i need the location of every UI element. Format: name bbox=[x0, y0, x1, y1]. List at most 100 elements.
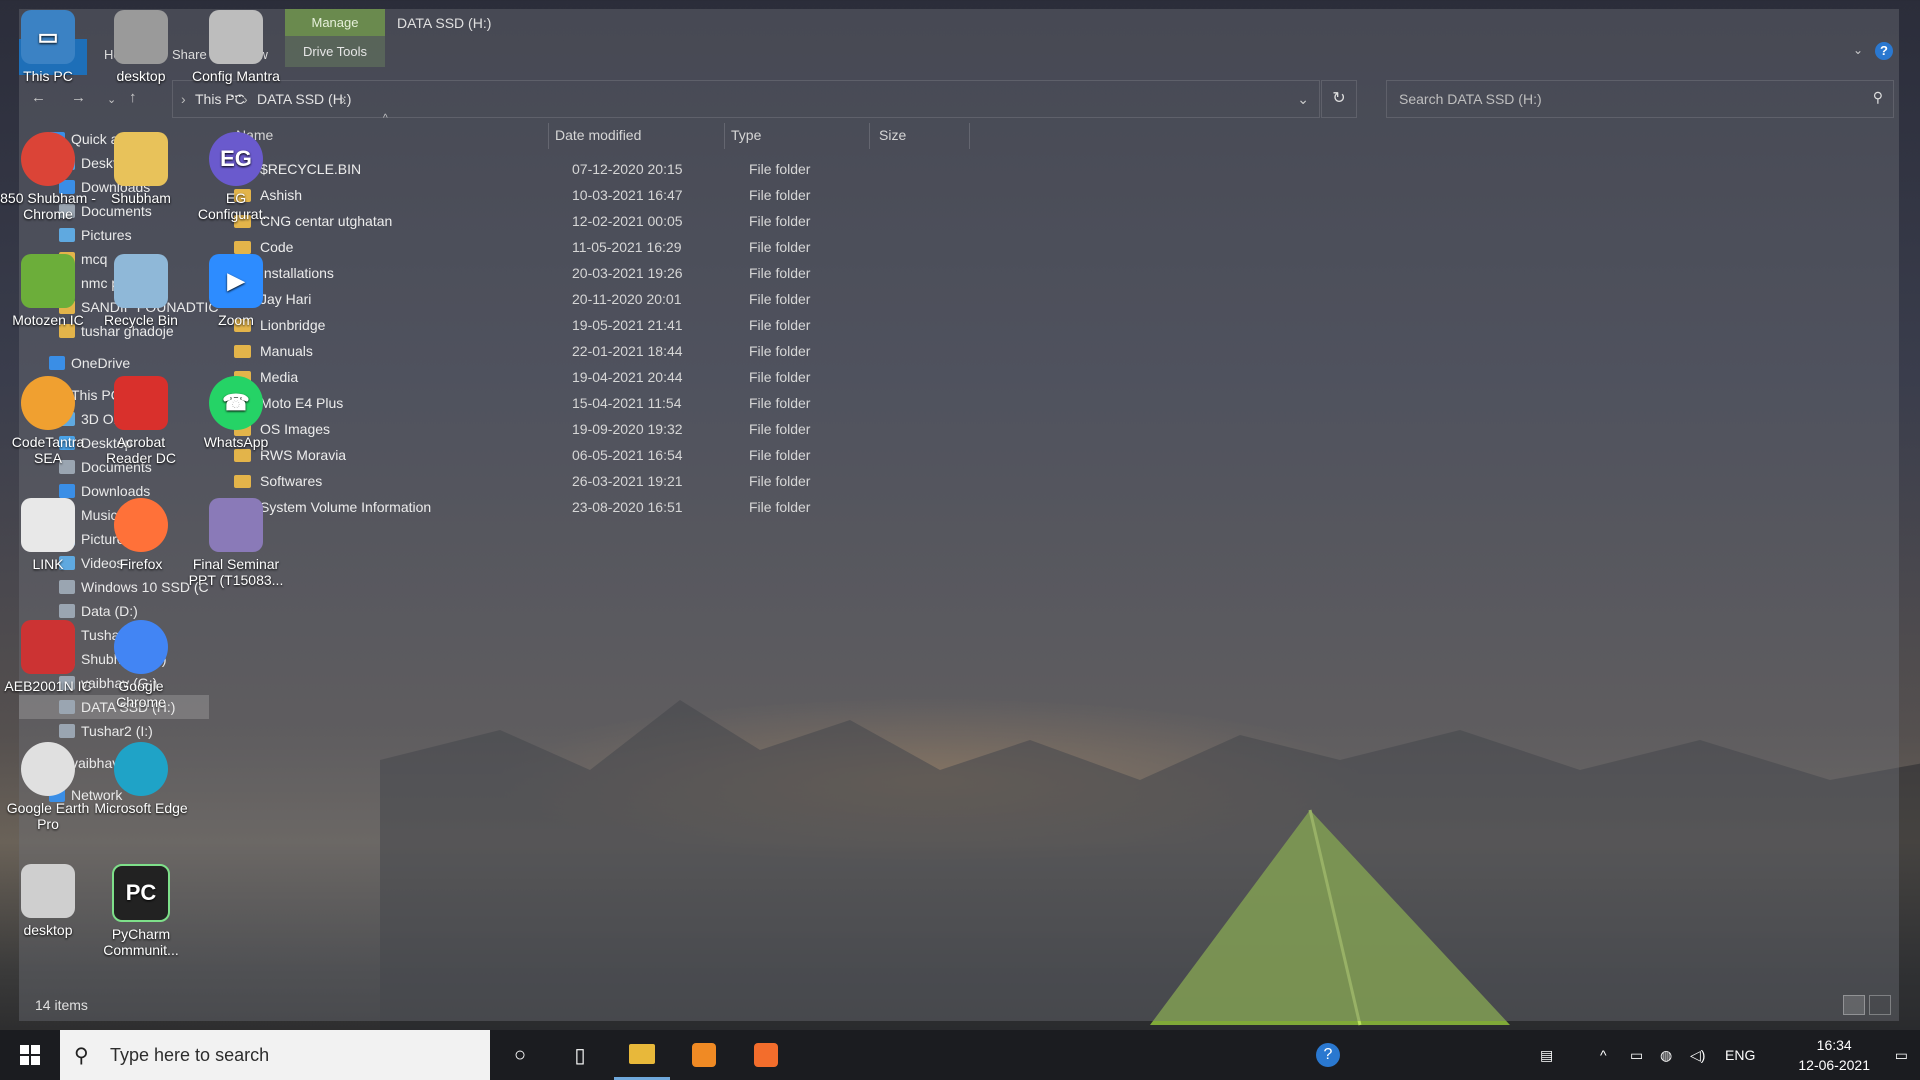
ribbon-expand-icon[interactable]: ⌄ bbox=[1853, 43, 1863, 57]
eg-icon: EG bbox=[209, 132, 263, 186]
desktop-icon-desktop-file[interactable]: desktop bbox=[0, 864, 96, 938]
nav-item-drive-c[interactable]: Windows 10 SSD (C bbox=[59, 575, 209, 599]
table-row[interactable]: Installations 20-03-2021 19:26 File folder bbox=[234, 261, 834, 287]
desktop-icon-zoom[interactable]: ▶ Zoom bbox=[188, 254, 284, 328]
table-row[interactable]: Code 11-05-2021 16:29 File folder bbox=[234, 235, 834, 261]
search-icon: ⚲ bbox=[1872, 89, 1883, 105]
desktop-icon-link[interactable]: LINK bbox=[0, 498, 96, 572]
search-icon: ⚲ bbox=[74, 1045, 89, 1067]
column-divider[interactable] bbox=[548, 123, 549, 149]
desktop-icon-desktop-shortcut[interactable]: desktop bbox=[93, 10, 189, 84]
desktop-icon-motozen[interactable]: Motozen IC bbox=[0, 254, 96, 328]
computer-icon: ▭ bbox=[21, 10, 75, 64]
task-view-icon[interactable]: ▯ bbox=[552, 1030, 608, 1080]
nav-item-pictures[interactable]: Pictures bbox=[59, 223, 132, 247]
app-icon bbox=[21, 620, 75, 674]
status-item-count: 14 items bbox=[35, 997, 88, 1013]
table-row[interactable]: Lionbridge 19-05-2021 21:41 File folder bbox=[234, 313, 834, 339]
forward-arrow-icon[interactable]: → bbox=[71, 89, 86, 106]
drive-icon bbox=[59, 700, 75, 714]
table-row[interactable]: Media 19-04-2021 20:44 File folder bbox=[234, 365, 834, 391]
system-clock[interactable]: 16:34 12-06-2021 bbox=[1798, 1035, 1870, 1075]
table-row[interactable]: OS Images 19-09-2020 19:32 File folder bbox=[234, 417, 834, 443]
file-explorer-taskbar-icon[interactable] bbox=[614, 1030, 670, 1080]
news-icon[interactable]: ▤ bbox=[1540, 1030, 1553, 1080]
file-explorer-window: File Home Share View Manage Drive Tools … bbox=[19, 9, 1899, 1021]
desktop-icon-aeb2001n[interactable]: AEB2001N IC bbox=[0, 620, 96, 694]
language-indicator[interactable]: ENG bbox=[1725, 1030, 1755, 1080]
table-row[interactable]: CNG centar utghatan 12-02-2021 00:05 File … bbox=[234, 209, 834, 235]
desktop-icon-google-chrome[interactable]: Google Chrome bbox=[93, 620, 189, 710]
start-button[interactable] bbox=[0, 1030, 60, 1080]
notification-icon[interactable]: ▭ bbox=[1895, 1030, 1908, 1080]
desktop-icon-config-mantra[interactable]: Config Mantra ... bbox=[188, 10, 284, 100]
show-hidden-icons-icon[interactable]: ^ bbox=[1600, 1030, 1607, 1080]
recent-locations-chevron-icon[interactable]: ⌄ bbox=[107, 93, 116, 106]
table-row[interactable]: Ashish 10-03-2021 16:47 File folder bbox=[234, 183, 834, 209]
nav-item-drive-i[interactable]: Tushar2 (I:) bbox=[59, 719, 153, 743]
desktop-icon-pycharm[interactable]: PC PyCharm Communit... bbox=[93, 864, 189, 958]
desktop-icon-final-seminar-ppt[interactable]: Final Seminar PPT (T15083... bbox=[188, 498, 284, 588]
desktop-icon-whatsapp[interactable]: ☎ WhatsApp bbox=[188, 376, 284, 450]
desktop-icon-chrome-profile[interactable]: 850 Shubham - Chrome bbox=[0, 132, 96, 222]
chrome-icon bbox=[21, 132, 75, 186]
back-arrow-icon[interactable]: ← bbox=[31, 89, 46, 106]
drive-icon bbox=[59, 580, 75, 594]
table-row[interactable]: Softwares 26-03-2021 19:21 File folder bbox=[234, 469, 834, 495]
address-dropdown-icon[interactable]: ⌄ bbox=[1297, 91, 1309, 108]
tab-manage[interactable]: Manage bbox=[285, 9, 385, 36]
zoom-icon: ▶ bbox=[209, 254, 263, 308]
refresh-icon[interactable]: ↻ bbox=[1321, 80, 1357, 118]
column-header-type[interactable]: Type bbox=[731, 127, 761, 143]
table-row[interactable]: Moto E4 Plus 15-04-2021 11:54 File folder bbox=[234, 391, 834, 417]
network-globe-icon[interactable]: ◍ bbox=[1660, 1030, 1672, 1080]
desktop-icon-edge[interactable]: Microsoft Edge bbox=[93, 742, 189, 816]
desktop-icon-firefox[interactable]: Firefox bbox=[93, 498, 189, 572]
search-input[interactable]: Search DATA SSD (H:) bbox=[1399, 91, 1542, 107]
help-tray-icon[interactable]: ? bbox=[1300, 1030, 1356, 1080]
cortana-icon[interactable]: ○ bbox=[492, 1030, 548, 1080]
column-header-date-modified[interactable]: Date modified bbox=[555, 127, 641, 143]
desktop-icon-google-earth[interactable]: Google Earth Pro bbox=[0, 742, 96, 832]
table-row[interactable]: Jay Hari 20-11-2020 20:01 File folder bbox=[234, 287, 834, 313]
table-row[interactable]: System Volume Information 23-08-2020 16:5… bbox=[234, 495, 834, 521]
column-divider[interactable] bbox=[724, 123, 725, 149]
desktop-icon-eg-configurator[interactable]: EG EG Configurat... bbox=[188, 132, 284, 222]
column-divider[interactable] bbox=[869, 123, 870, 149]
file-icon bbox=[21, 498, 75, 552]
tab-drive-tools[interactable]: Drive Tools bbox=[285, 36, 385, 67]
taskbar-search[interactable]: ⚲ Type here to search bbox=[60, 1030, 490, 1080]
taskbar: ⚲ Type here to search ○ ▯ ? ▤ ^ ▭ ◍ ◁) E… bbox=[0, 1030, 1920, 1080]
column-header-size[interactable]: Size bbox=[879, 127, 906, 143]
ribbon: File Home Share View Manage Drive Tools … bbox=[19, 9, 1899, 75]
desktop-icon-acrobat[interactable]: Acrobat Reader DC bbox=[93, 376, 189, 466]
up-arrow-icon[interactable]: ↑ bbox=[129, 89, 137, 106]
table-row[interactable]: Manuals 22-01-2021 18:44 File folder bbox=[234, 339, 834, 365]
help-icon[interactable]: ? bbox=[1875, 42, 1893, 60]
file-icon bbox=[21, 864, 75, 918]
pycharm-icon: PC bbox=[112, 864, 170, 922]
large-icons-view-icon[interactable] bbox=[1869, 995, 1891, 1015]
xampp-icon[interactable] bbox=[738, 1030, 794, 1080]
desktop-icon-codetantra[interactable]: CodeTantra SEA bbox=[0, 376, 96, 466]
battery-icon[interactable]: ▭ bbox=[1630, 1030, 1643, 1080]
desktop-icon-this-pc[interactable]: ▭ This PC bbox=[0, 10, 96, 84]
desktop-icon-shubham[interactable]: Shubham bbox=[93, 132, 189, 206]
address-path[interactable]: › This PC › DATA SSD (H:) › ⌄ bbox=[172, 80, 1320, 118]
table-row[interactable]: RWS Moravia 06-05-2021 16:54 File folder bbox=[234, 443, 834, 469]
picture-icon bbox=[59, 228, 75, 242]
chrome-icon bbox=[114, 620, 168, 674]
details-view-icon[interactable] bbox=[1843, 995, 1865, 1015]
nav-item-onedrive[interactable]: OneDrive bbox=[49, 351, 130, 375]
folder-icon bbox=[234, 241, 251, 254]
table-row[interactable]: $RECYCLE.BIN 07-12-2020 20:15 File folder bbox=[234, 157, 834, 183]
folder-icon bbox=[234, 475, 251, 488]
desktop-icon-recycle-bin[interactable]: Recycle Bin bbox=[93, 254, 189, 328]
taskbar-search-input[interactable]: Type here to search bbox=[110, 1045, 269, 1066]
column-divider[interactable] bbox=[969, 123, 970, 149]
sublime-text-icon[interactable] bbox=[676, 1030, 732, 1080]
search-box[interactable]: Search DATA SSD (H:) ⚲ bbox=[1386, 80, 1894, 118]
volume-icon[interactable]: ◁) bbox=[1690, 1030, 1705, 1080]
windows-logo-icon bbox=[20, 1045, 40, 1065]
sort-up-icon: ^ bbox=[383, 113, 388, 124]
